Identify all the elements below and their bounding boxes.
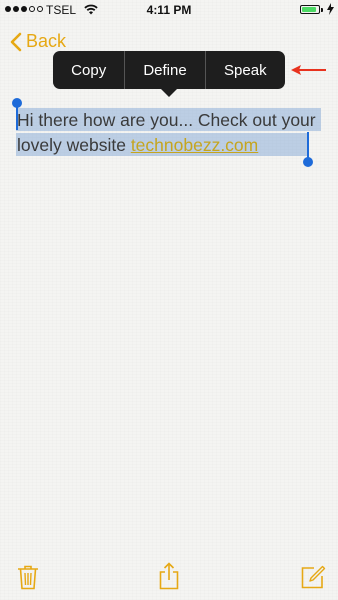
text-context-menu: Copy Define Speak [53, 51, 285, 89]
compose-icon[interactable] [301, 565, 326, 594]
battery-cap [321, 8, 323, 12]
status-time: 4:11 PM [146, 3, 192, 17]
copy-menu-item[interactable]: Copy [53, 51, 124, 89]
selection-start-knob[interactable] [12, 98, 22, 108]
speak-menu-item[interactable]: Speak [206, 51, 285, 89]
selection-end-knob[interactable] [303, 157, 313, 167]
status-bar: TSEL 4:11 PM [0, 0, 338, 20]
battery-icon [300, 5, 320, 14]
website-link[interactable]: technobezz.com [131, 135, 258, 155]
chevron-left-icon [10, 32, 22, 51]
back-label: Back [26, 31, 67, 51]
back-button[interactable]: Back [10, 31, 66, 52]
menu-pointer [161, 89, 177, 97]
define-menu-item[interactable]: Define [125, 51, 204, 89]
note-body[interactable]: Hi there how are you... Check out your l… [17, 108, 322, 158]
charging-icon [327, 3, 334, 18]
battery-level [302, 7, 317, 12]
trash-icon[interactable] [17, 565, 39, 595]
annotation-arrow-icon [290, 63, 328, 81]
share-icon[interactable] [159, 562, 179, 595]
selection-end-handle[interactable] [307, 132, 309, 158]
